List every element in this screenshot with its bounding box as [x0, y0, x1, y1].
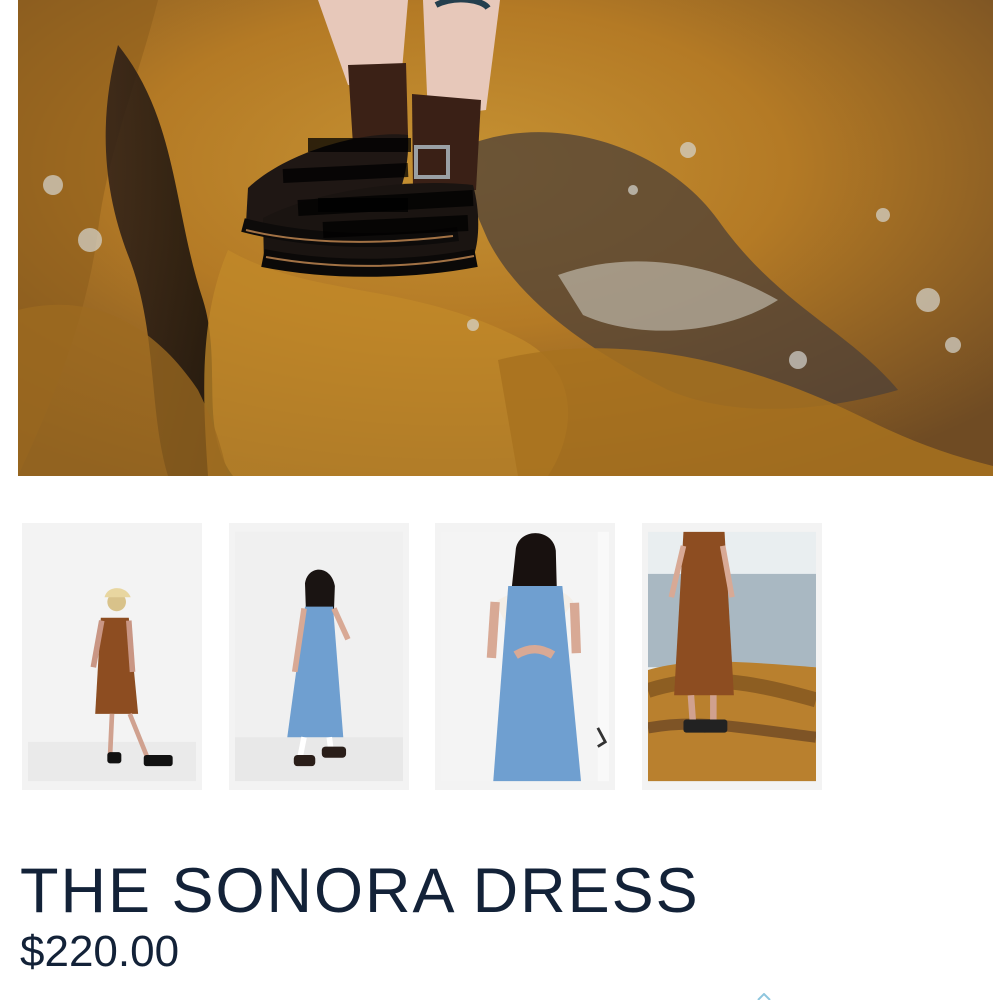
thumbnail-brown-dress-rocks[interactable]	[642, 523, 822, 790]
product-title: THE SONORA DRESS	[20, 856, 700, 927]
product-page: THE SONORA DRESS $220.00	[0, 0, 1000, 1000]
product-price: $220.00	[20, 927, 180, 976]
thumbnail-blue-dress-scarf[interactable]	[435, 523, 615, 790]
rocky-shore-photo	[18, 0, 993, 476]
partial-icon	[757, 993, 771, 1000]
thumbnail-blue-dress-studio[interactable]	[229, 523, 409, 790]
brown-dress-studio-image	[28, 531, 196, 782]
blue-dress-scarf-image	[441, 531, 609, 782]
thumbnail-brown-dress-studio[interactable]	[22, 523, 202, 790]
brown-dress-rocks-image	[648, 531, 816, 782]
product-thumbnail-gallery	[22, 523, 822, 790]
blue-dress-studio-image	[235, 531, 403, 782]
main-product-image	[18, 0, 993, 476]
